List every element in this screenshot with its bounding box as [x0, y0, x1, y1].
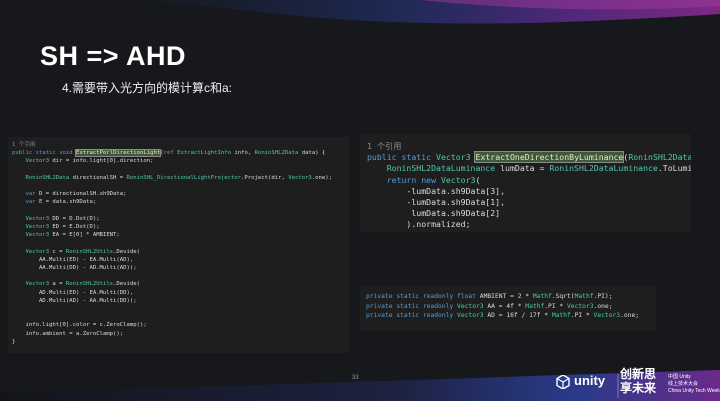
code-line: AD.Multi(AD) - AA.Multi(DD));: [12, 297, 137, 304]
code-line: Vector3 ED = E.Dot(D);: [25, 224, 100, 231]
code-line: lumData.sh9Data[2]: [367, 208, 501, 219]
code-line: Vector3 a = RoninSHL2Utils.Devide(: [25, 281, 141, 288]
unity-wordmark: unity: [574, 373, 606, 388]
code-line: info.light[0].color = c.ZeroClamp();: [12, 322, 147, 329]
code-line: ).normalized;: [367, 219, 471, 230]
code-line: AA.Multi(ED) - EA.Multi(AD),: [12, 256, 134, 263]
slide-title: SH => AHD: [40, 41, 187, 71]
code-line: }: [367, 231, 691, 232]
code-line: AD.Multi(ED) - EA.Multi(DD),: [12, 289, 134, 296]
code-panel-extract-directional-light: 1 个引用 public static void ExtractPorlDire…: [8, 137, 349, 353]
code-line: RoninSHL2Data directionalSH = RoninSHL_D…: [25, 174, 332, 181]
event-name-line1: 中国 Unity: [668, 374, 691, 380]
code-line: var D = directionalSH.sh9Data;: [25, 191, 127, 198]
code-line: AA.Multi(DD) - AD.Multi(AD));: [12, 265, 137, 272]
slide-subtitle: 4.需要带入光方向的模计算c和a:: [62, 81, 233, 95]
code-line: Vector3 c = RoninSHL2Utils.Devide(: [25, 248, 141, 255]
code-panel-constants: private static readonly float AMBIENT = …: [360, 286, 656, 331]
code-line: private static readonly Vector3 AA = 4f …: [366, 302, 613, 310]
code-line: return new Vector3(: [386, 174, 481, 185]
event-name: 中国 Unity 线上技术大会 China Unity Tech Week: [668, 374, 720, 395]
code-line: var E = data.sh9Data;: [25, 199, 97, 206]
unity-cube-icon: [556, 375, 570, 389]
code-lines: public static void ExtractPorlDirectionL…: [12, 149, 349, 346]
reference-count[interactable]: 1 个引用: [367, 141, 691, 152]
code-line: public static Vector3 ExtractOneDirectio…: [367, 151, 691, 164]
reference-count[interactable]: 1 个引用: [12, 141, 349, 149]
code-line: Vector3 DD = D.Dot(D);: [25, 215, 100, 222]
code-panel-extract-direction-luminance: 1 个引用 public static Vector3 ExtractOneDi…: [360, 134, 691, 232]
code-line: public static void ExtractPorlDirectionL…: [12, 149, 326, 158]
code-line: private static readonly float AMBIENT = …: [366, 293, 613, 300]
code-line: Vector3 EA = E[0] * AMBIENT;: [25, 232, 120, 239]
code-line: RoninSHL2DataLuminance lumData = RoninSH…: [386, 163, 691, 174]
header-decoration: [120, 0, 720, 24]
event-name-line2: 线上技术大会: [668, 381, 699, 387]
page-number: 33: [352, 375, 359, 381]
code-lines: public static Vector3 ExtractOneDirectio…: [367, 151, 691, 232]
code-line: Vector3 dir = info.light[0].direction;: [25, 158, 154, 165]
code-lines: private static readonly float AMBIENT = …: [366, 292, 656, 321]
code-line: private static readonly Vector3 AD = 16f…: [366, 312, 640, 320]
event-slogan: 创新思 享未来: [620, 367, 657, 395]
code-line: -lumData.sh9Data[3],: [367, 185, 506, 196]
unity-logo: unity: [556, 373, 616, 391]
event-name-line3: China Unity Tech Week: [668, 388, 720, 394]
code-line: info.ambient = a.ZeroClamp();: [12, 330, 124, 337]
code-line: }: [12, 338, 16, 345]
code-line: -lumData.sh9Data[1],: [367, 197, 506, 208]
